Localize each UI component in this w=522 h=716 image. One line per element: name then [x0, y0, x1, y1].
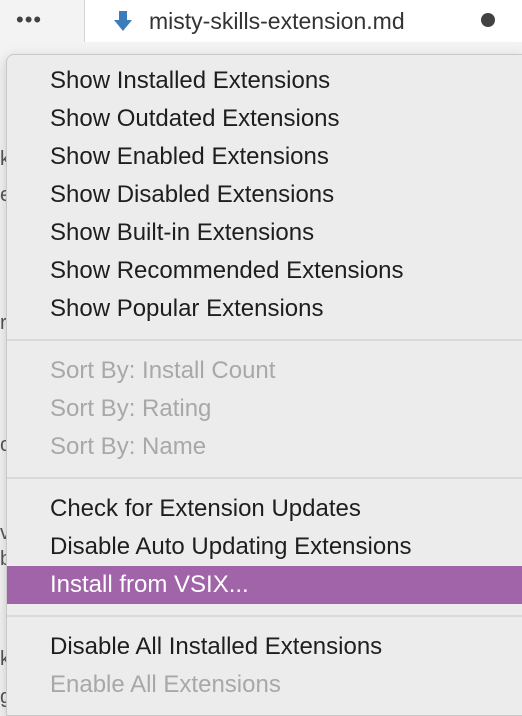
menu-separator	[7, 477, 522, 479]
markdown-file-icon	[114, 11, 132, 31]
menu-item-show-popular[interactable]: Show Popular Extensions	[7, 290, 522, 328]
menu-separator	[7, 615, 522, 617]
menu-item-disable-all[interactable]: Disable All Installed Extensions	[7, 628, 522, 666]
menu-separator	[7, 339, 522, 341]
menu-item-install-from-vsix[interactable]: Install from VSIX...	[7, 566, 522, 604]
menu-item-show-outdated[interactable]: Show Outdated Extensions	[7, 100, 522, 138]
tab-file-name: misty-skills-extension.md	[149, 8, 405, 34]
menu-item-enable-all: Enable All Extensions	[50, 671, 281, 698]
more-actions-icon[interactable]: •••	[16, 6, 56, 34]
unsaved-changes-dot-icon[interactable]	[481, 13, 495, 27]
menu-item-show-disabled[interactable]: Show Disabled Extensions	[7, 176, 522, 214]
extensions-more-actions-menu: Show Installed Extensions Show Outdated …	[6, 54, 522, 716]
menu-item-sort-install-count: Sort By: Install Count	[50, 357, 276, 384]
menu-item-check-updates[interactable]: Check for Extension Updates	[7, 490, 522, 528]
menu-item-show-builtin[interactable]: Show Built-in Extensions	[7, 214, 522, 252]
menu-item-show-enabled[interactable]: Show Enabled Extensions	[7, 138, 522, 176]
editor-title-bar: ••• misty-skills-extension.md	[0, 0, 522, 42]
menu-item-sort-rating: Sort By: Rating	[50, 395, 212, 422]
menu-item-disable-auto-update[interactable]: Disable Auto Updating Extensions	[7, 528, 522, 566]
editor-tab[interactable]: misty-skills-extension.md	[85, 0, 522, 42]
menu-item-show-installed[interactable]: Show Installed Extensions	[7, 62, 522, 100]
menu-item-show-recommended[interactable]: Show Recommended Extensions	[7, 252, 522, 290]
menu-item-sort-name: Sort By: Name	[50, 433, 207, 460]
